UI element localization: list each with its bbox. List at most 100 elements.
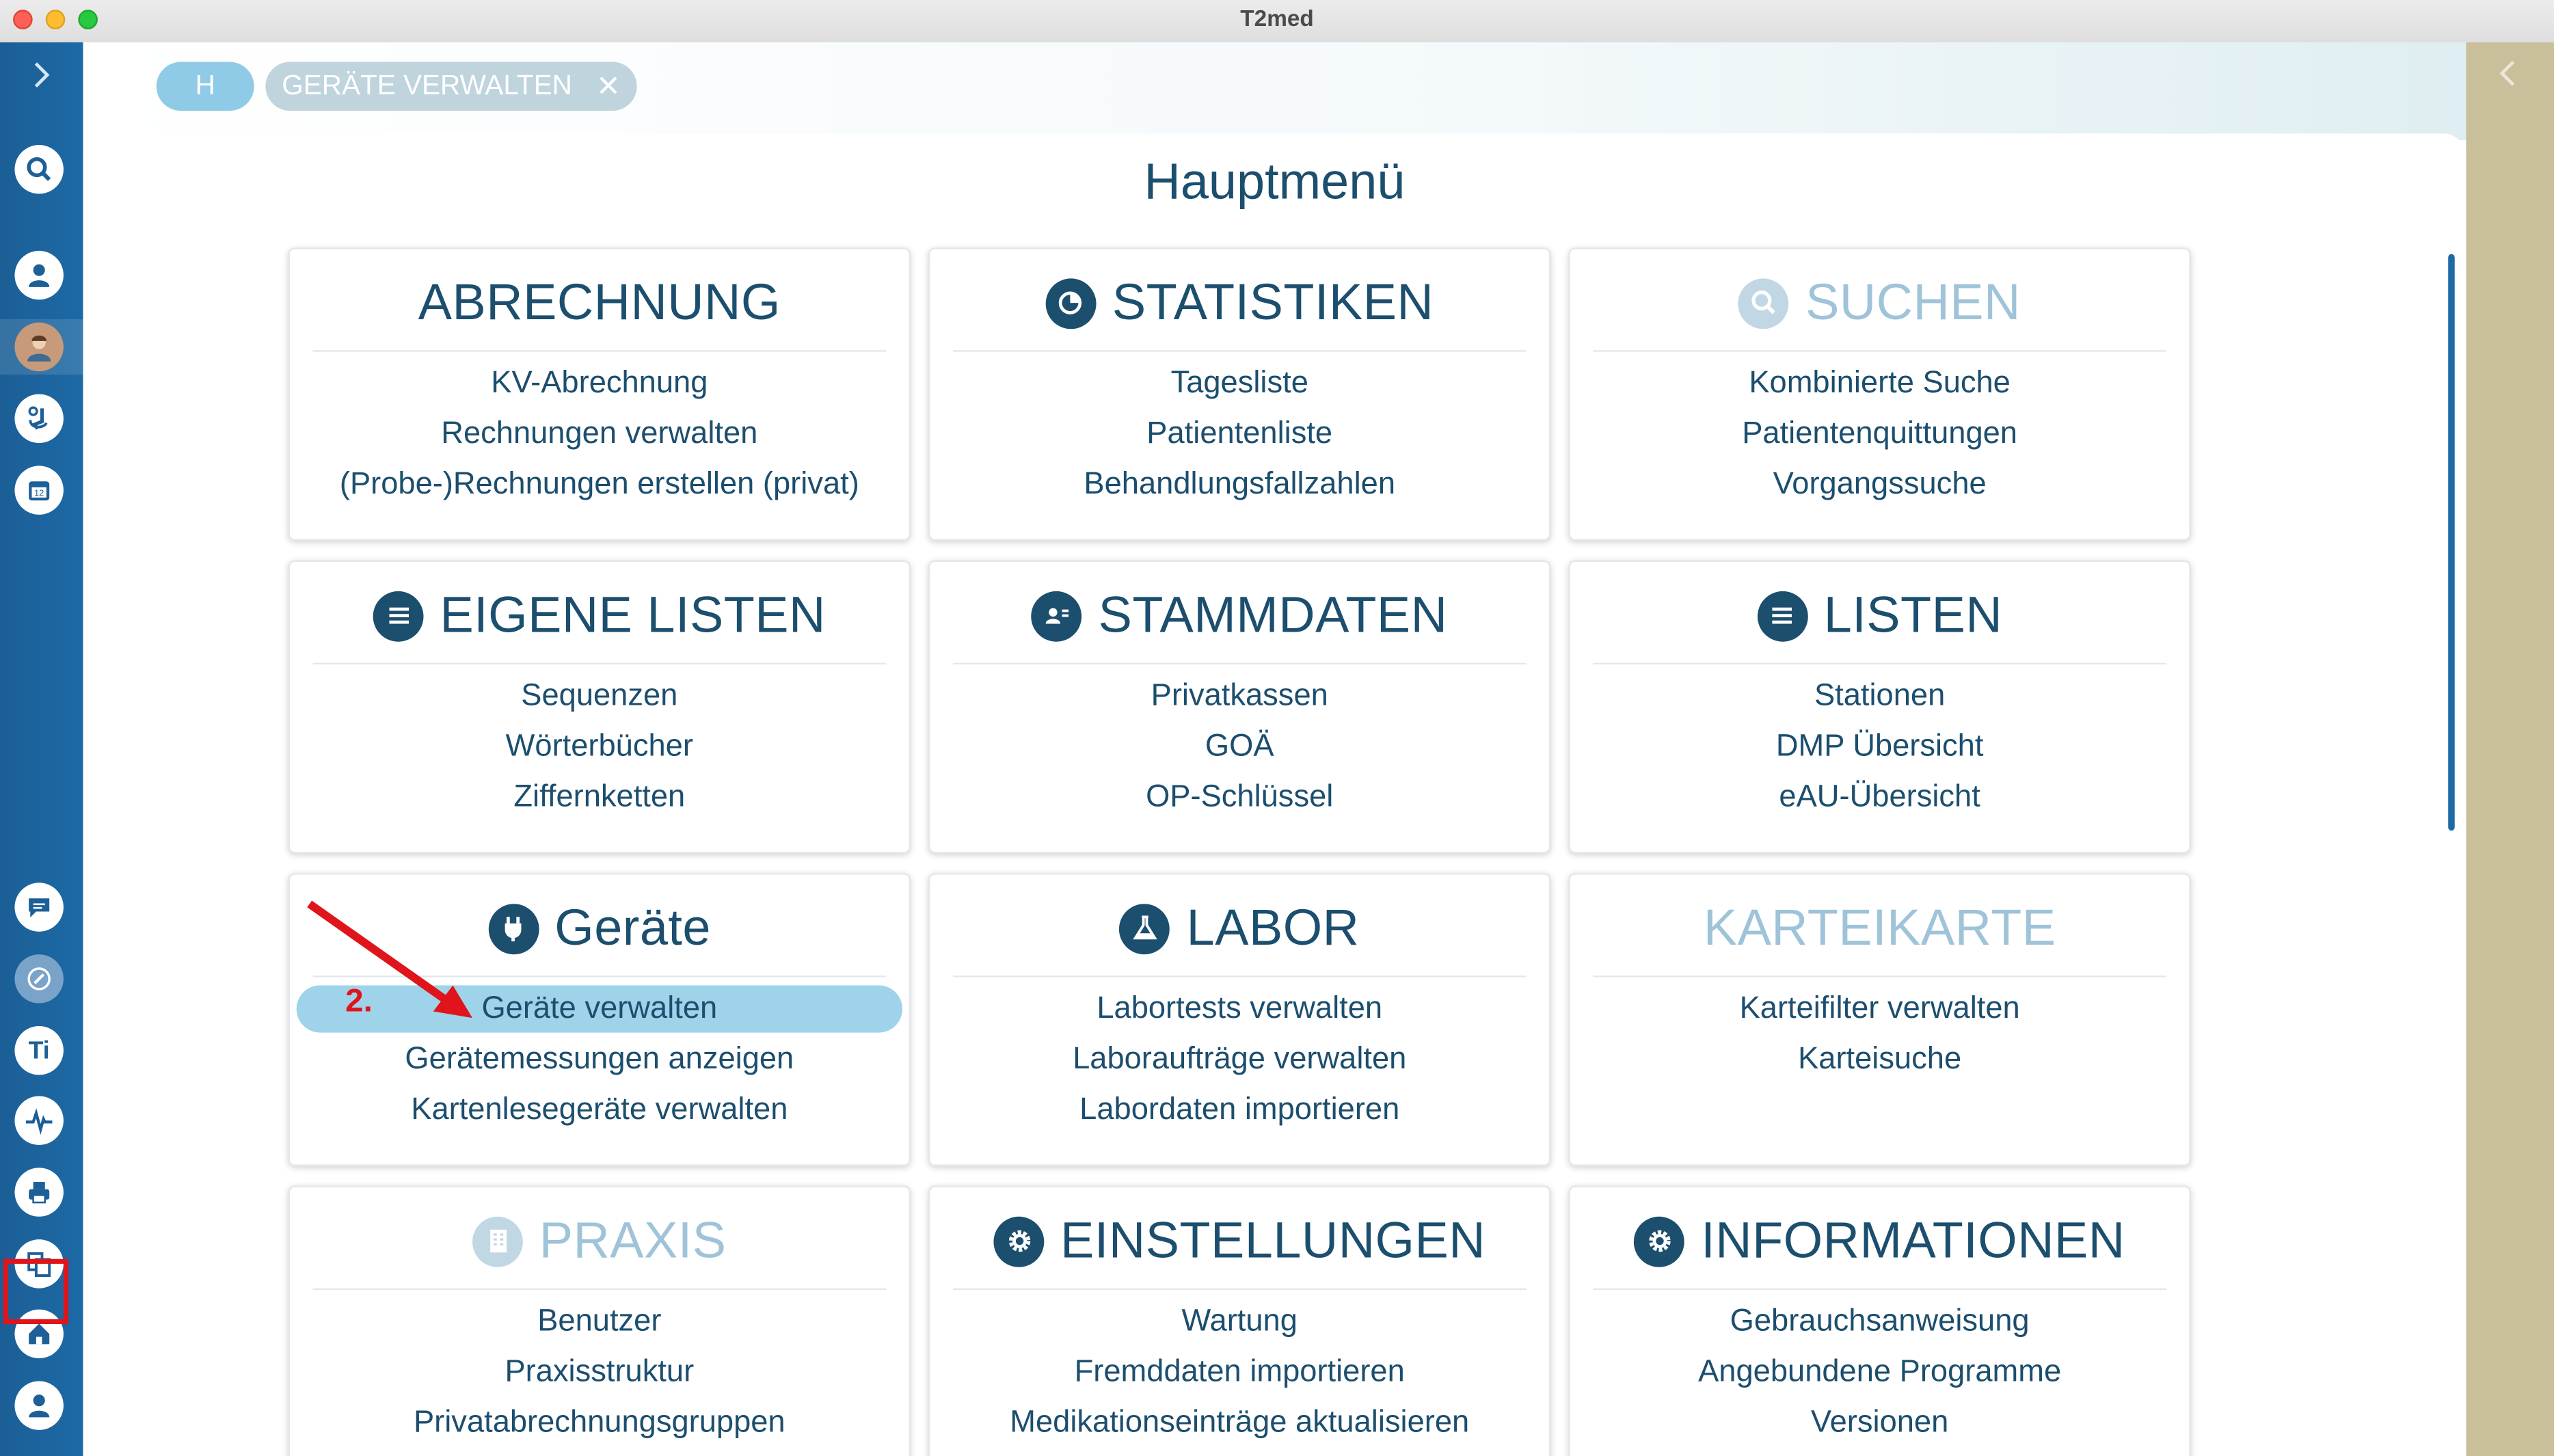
menu-link-label: Benutzer	[537, 1304, 662, 1339]
card-karteikarte: KARTEIKARTE Karteifilter verwalten Karteis…	[1568, 873, 2191, 1166]
chevron-right-icon[interactable]	[23, 59, 58, 94]
menu-link-label: Kombinierte Suche	[1749, 366, 2011, 401]
card-links: KV-Abrechnung Rechnungen verwalten (Probe-…	[290, 358, 909, 510]
window-title: T2med	[1240, 5, 1314, 31]
chevron-left-icon[interactable]	[2492, 55, 2525, 101]
card-einstellungen: EINSTELLUNGEN Wartung Fremddaten importier…	[928, 1185, 1551, 1456]
menu-link[interactable]: Patientenliste	[930, 409, 1549, 459]
card-header: STATISTIKEN	[930, 269, 1549, 337]
annotation-arrow	[307, 900, 472, 1019]
card-abrechnung: ABRECHNUNG KV-Abrechnung Rechnungen verwal…	[288, 247, 911, 541]
menu-link[interactable]: Karteifilter verwalten	[1570, 984, 2189, 1034]
menu-link-label: Labordaten importieren	[1079, 1092, 1400, 1127]
close-icon[interactable]: ✕	[596, 62, 621, 111]
menu-link[interactable]: Versionen	[1570, 1397, 2189, 1448]
menu-link-label: Tagesliste	[1170, 366, 1308, 401]
divider	[952, 975, 1527, 978]
menu-link[interactable]: Laboraufträge verwalten	[930, 1034, 1549, 1085]
card-statistiken: STATISTIKEN Tagesliste Patientenliste Behan…	[928, 247, 1551, 541]
menu-link[interactable]: Kombinierte Suche	[1570, 358, 2189, 409]
menu-link[interactable]: Vorgangssuche	[1570, 459, 2189, 510]
card-links: Sequenzen Wörterbücher Ziffernketten	[290, 671, 909, 823]
menu-link[interactable]: KV-Abrechnung	[290, 358, 909, 409]
card-header: ABRECHNUNG	[290, 269, 909, 337]
menu-link-label: Medikationseinträge aktualisieren	[1010, 1405, 1470, 1440]
card-title: SUCHEN	[1805, 273, 2021, 331]
menu-link[interactable]: GOÄ	[930, 721, 1549, 772]
card-links: Benutzer Praxisstruktur Privatabrechnungsg…	[290, 1297, 909, 1448]
patient-icon[interactable]	[14, 394, 64, 444]
user-icon[interactable]	[14, 250, 64, 300]
gear-icon	[1634, 1215, 1685, 1267]
card-title: STAMMDATEN	[1098, 586, 1448, 644]
tab-geraete-verwalten[interactable]: GERÄTE VERWALTEN ✕	[265, 62, 637, 111]
menu-link[interactable]: Stationen	[1570, 671, 2189, 722]
ti-icon[interactable]: Ti	[14, 1026, 64, 1075]
scrollbar[interactable]	[2448, 254, 2455, 831]
menu-link-label: KV-Abrechnung	[491, 366, 708, 401]
menu-link-label: Angebundene Programme	[1698, 1355, 2062, 1390]
card-links: Privatkassen GOÄ OP-Schlüssel	[930, 671, 1549, 823]
menu-link[interactable]: Behandlungsfallzahlen	[930, 459, 1549, 510]
calendar-icon[interactable]: 12	[14, 466, 64, 515]
plug-icon	[487, 903, 539, 954]
menu-link[interactable]: Praxisstruktur	[290, 1347, 909, 1397]
menu-link[interactable]: Labortests verwalten	[930, 984, 1549, 1034]
flask-icon	[1119, 903, 1170, 954]
card-links: Stationen DMP Übersicht eAU-Übersicht	[1570, 671, 2189, 823]
print-icon[interactable]	[14, 1168, 64, 1217]
menu-link[interactable]: Privatabrechnungsgruppen	[290, 1397, 909, 1448]
pulse-icon[interactable]	[14, 1096, 64, 1145]
card-title: LISTEN	[1823, 586, 2003, 644]
menu-link-label: Praxisstruktur	[505, 1355, 695, 1390]
menu-link[interactable]: eAU-Übersicht	[1570, 772, 2189, 822]
menu-link[interactable]: Rechnungen verwalten	[290, 409, 909, 459]
menu-link[interactable]: OP-Schlüssel	[930, 772, 1549, 822]
menu-link-label: Gebrauchsanweisung	[1730, 1304, 2030, 1339]
divider	[312, 350, 887, 352]
menu-link[interactable]: Ziffernketten	[290, 772, 909, 822]
menu-link-label: (Probe-)Rechnungen erstellen (privat)	[339, 467, 859, 502]
main-menu-panel: Hauptmenü ABRECHNUNG KV-Abrechnung Rechnun…	[83, 133, 2466, 1456]
menu-link[interactable]: Privatkassen	[930, 671, 1549, 722]
menu-link[interactable]: Karteisuche	[1570, 1034, 2189, 1085]
menu-link[interactable]: Medikationseinträge aktualisieren	[930, 1397, 1549, 1448]
avatar[interactable]	[14, 322, 64, 372]
menu-link-label: Wörterbücher	[505, 729, 693, 764]
user-icon[interactable]	[14, 1381, 64, 1430]
divider	[1593, 662, 2166, 665]
menu-link[interactable]: Kartenlesegeräte verwalten	[290, 1085, 909, 1135]
menu-link[interactable]: Labordaten importieren	[930, 1085, 1549, 1135]
list-icon	[373, 590, 424, 641]
building-icon	[472, 1215, 523, 1267]
search-icon[interactable]	[14, 145, 64, 194]
menu-link[interactable]: Gerätemessungen anzeigen	[290, 1034, 909, 1085]
menu-link[interactable]: Benutzer	[290, 1297, 909, 1347]
menu-link[interactable]: Gebrauchsanweisung	[1570, 1297, 2189, 1347]
chat-icon[interactable]	[14, 882, 64, 932]
menu-link-label: Labortests verwalten	[1097, 992, 1383, 1027]
contact-card-icon	[1031, 590, 1082, 641]
tab-home[interactable]: H	[156, 62, 254, 111]
menu-link[interactable]: Angebundene Programme	[1570, 1347, 2189, 1397]
menu-link[interactable]: (Probe-)Rechnungen erstellen (privat)	[290, 459, 909, 510]
menu-link[interactable]: Patientenquittungen	[1570, 409, 2189, 459]
menu-link-label: eAU-Übersicht	[1779, 780, 1980, 815]
menu-link-label: GOÄ	[1205, 729, 1274, 764]
menu-link[interactable]: Wörterbücher	[290, 721, 909, 772]
link-icon[interactable]	[14, 954, 64, 1003]
menu-link[interactable]: DMP Übersicht	[1570, 721, 2189, 772]
card-links: Tagesliste Patientenliste Behandlungsfallz…	[930, 358, 1549, 510]
menu-link[interactable]: Sequenzen	[290, 671, 909, 722]
card-title: INFORMATIONEN	[1701, 1211, 2125, 1269]
card-title: EINSTELLUNGEN	[1060, 1211, 1486, 1269]
menu-link-label: Gerätemessungen anzeigen	[405, 1042, 794, 1077]
menu-link[interactable]: Fremddaten importieren	[930, 1347, 1549, 1397]
card-header: INFORMATIONEN	[1570, 1207, 2189, 1276]
menu-link[interactable]: Wartung	[930, 1297, 1549, 1347]
menu-link-label: Karteisuche	[1798, 1042, 1962, 1077]
annotation-frame	[3, 1258, 69, 1325]
menu-link[interactable]: Tagesliste	[930, 358, 1549, 409]
card-links: Kombinierte Suche Patientenquittungen Vorg…	[1570, 358, 2189, 510]
search-icon	[1738, 278, 1790, 329]
